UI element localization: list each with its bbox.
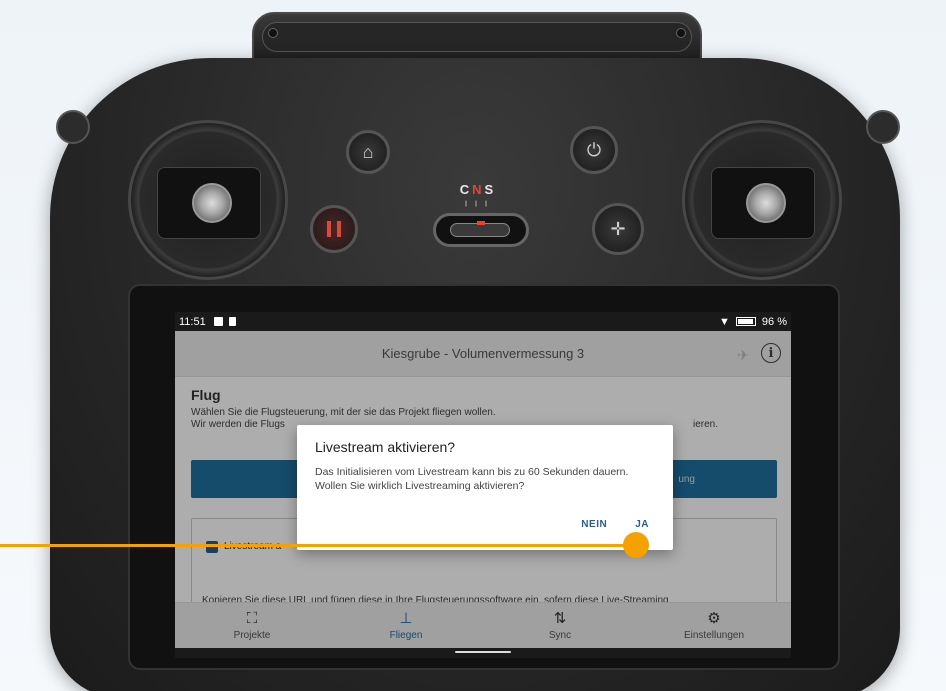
return-to-home-button[interactable]: ⌂ — [346, 130, 390, 174]
antenna-inner — [262, 22, 692, 52]
power-button[interactable]: ⏻ — [570, 126, 618, 174]
left-stick-knob[interactable] — [192, 183, 232, 223]
mode-n-label: N — [472, 182, 485, 197]
callout-line — [0, 544, 636, 547]
device-screen: 11:51 ▼ 96 % Kiesgrube - Volumenvermessu… — [175, 312, 791, 658]
mode-c-label: C — [459, 182, 473, 197]
right-stick-window — [711, 167, 815, 239]
pause-button[interactable] — [310, 205, 358, 253]
dialog-actions: NEIN JA — [581, 519, 649, 530]
battery-icon — [735, 317, 756, 326]
left-stick-window — [157, 167, 261, 239]
dialog-cancel-button[interactable]: NEIN — [581, 519, 607, 530]
left-control-stick[interactable] — [128, 120, 288, 280]
wifi-icon: ▼ — [719, 315, 730, 328]
flight-mode-switch[interactable] — [433, 213, 529, 247]
right-stick-knob[interactable] — [746, 183, 786, 223]
status-time: 11:51 — [179, 315, 206, 328]
antenna-screw-right — [676, 28, 686, 38]
antenna-screw-left — [268, 28, 278, 38]
five-dimension-button[interactable]: ✛ — [592, 203, 644, 255]
status-bar: 11:51 ▼ 96 % — [175, 312, 791, 331]
callout-marker — [623, 532, 649, 558]
side-dial-left[interactable] — [56, 110, 90, 144]
mode-s-label: S — [484, 182, 497, 197]
dpad-icon: ✛ — [610, 218, 626, 239]
livestream-dialog: Livestream aktivieren? Das Initialisiere… — [297, 425, 673, 550]
gesture-bar — [175, 648, 791, 658]
home-gesture-handle[interactable] — [455, 651, 511, 653]
side-dial-right[interactable] — [866, 110, 900, 144]
mode-ticks: ╷╷╷ — [462, 196, 494, 207]
right-control-stick[interactable] — [682, 120, 842, 280]
dialog-title: Livestream aktivieren? — [315, 439, 456, 455]
mode-switch-slider[interactable] — [450, 221, 510, 237]
home-icon: ⌂ — [362, 141, 374, 162]
battery-percent: 96 % — [761, 315, 787, 328]
pause-icon — [327, 221, 341, 237]
dialog-message: Das Initialisieren vom Livestream kann b… — [315, 466, 629, 492]
dialog-confirm-button[interactable]: JA — [635, 519, 649, 530]
image-notification-icon — [213, 317, 223, 326]
mode-switch-indicator — [477, 221, 485, 225]
power-icon: ⏻ — [586, 139, 602, 160]
sd-card-icon — [228, 317, 236, 326]
flight-mode-label: CNS — [458, 182, 498, 197]
status-right: ▼ 96 % — [719, 316, 787, 328]
